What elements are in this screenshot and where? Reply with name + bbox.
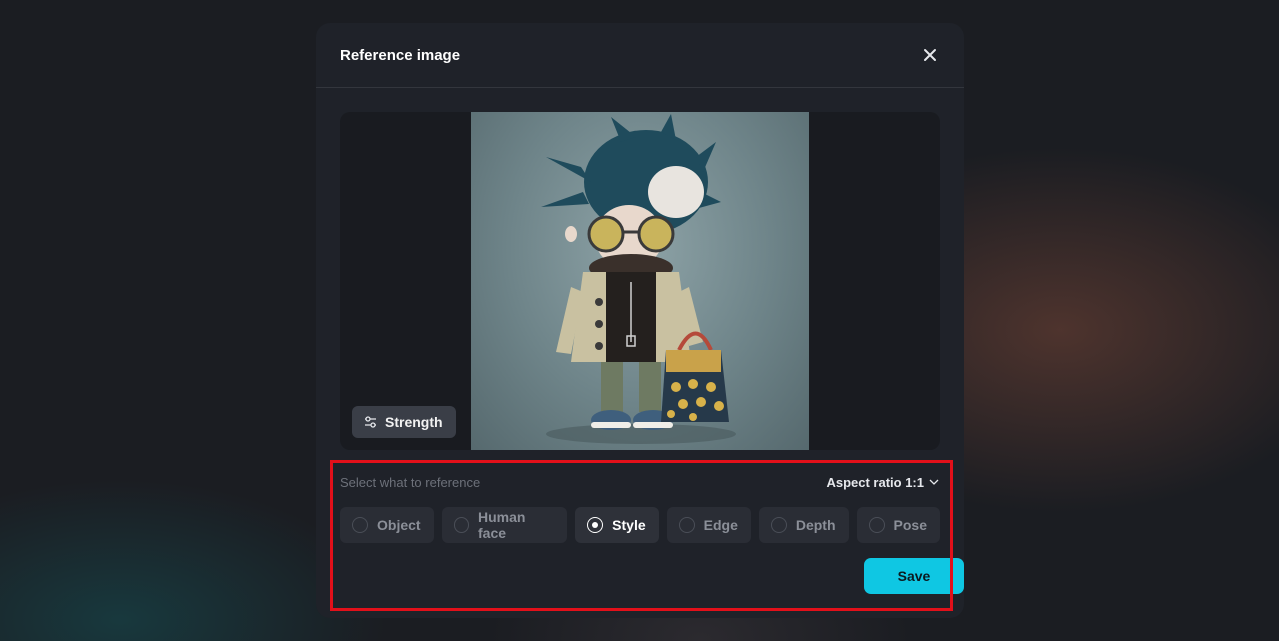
option-label: Pose [893, 517, 927, 533]
dialog-header: Reference image [316, 23, 964, 88]
dialog-title: Reference image [340, 46, 461, 64]
option-label: Style [612, 517, 646, 533]
radio-button[interactable] [678, 517, 695, 533]
option-label: Edge [703, 517, 738, 533]
close-icon [924, 49, 936, 61]
radio-button-selected[interactable] [587, 517, 604, 533]
reference-prompt: Select what to reference [340, 474, 481, 490]
reference-type-options: Object Human face Style Edge Depth Pose [340, 507, 940, 543]
option-label: Human face [478, 509, 526, 541]
option-edge[interactable]: Edge [666, 507, 751, 543]
aspect-ratio-label: Aspect ratio 1:1 [826, 474, 924, 490]
radio-button[interactable] [868, 517, 885, 533]
chevron-down-icon [929, 479, 939, 485]
character-illustration [541, 114, 736, 444]
strength-button[interactable]: Strength [352, 406, 456, 438]
option-style[interactable]: Style [575, 507, 659, 543]
save-button[interactable]: Save [864, 558, 964, 594]
radio-button[interactable] [352, 517, 368, 533]
option-human-face[interactable]: Human face [441, 507, 568, 543]
close-button[interactable] [920, 45, 940, 65]
option-label: Depth [795, 517, 836, 533]
image-preview: Strength [340, 112, 940, 450]
radio-button[interactable] [453, 517, 470, 533]
strength-label: Strength [385, 414, 443, 430]
sliders-icon [365, 416, 376, 428]
radio-button[interactable] [770, 517, 787, 533]
option-object[interactable]: Object [340, 507, 434, 543]
option-label: Object [377, 517, 421, 533]
radio-dot [592, 522, 599, 528]
option-pose[interactable]: Pose [856, 507, 940, 543]
aspect-ratio-dropdown[interactable]: Aspect ratio 1:1 [826, 475, 940, 490]
reference-image [471, 112, 809, 450]
option-depth[interactable]: Depth [758, 507, 849, 543]
reference-options: Select what to reference Aspect ratio 1:… [340, 474, 964, 594]
reference-image-dialog: Reference image Strength Select what to … [316, 23, 964, 618]
